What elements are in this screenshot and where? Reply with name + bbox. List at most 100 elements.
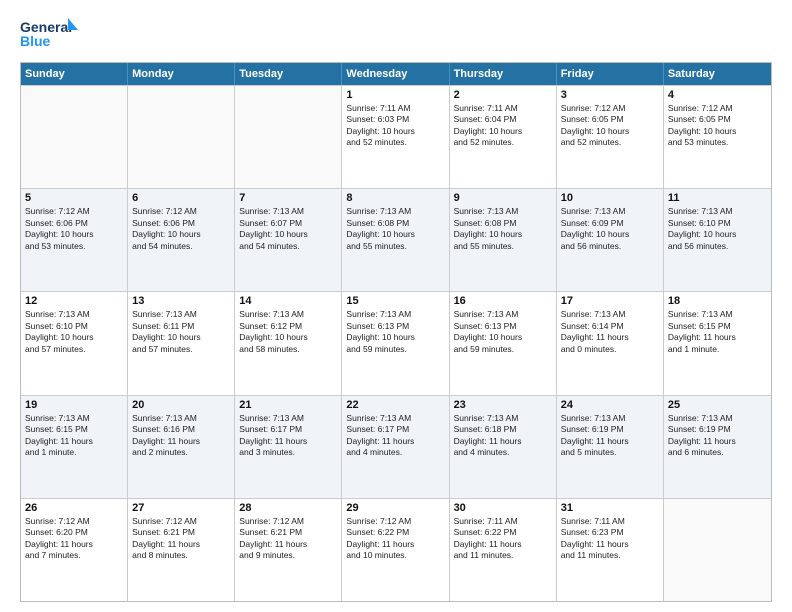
day-number: 16 [454, 295, 552, 307]
day-number: 26 [25, 502, 123, 514]
calendar-cell: 23 Sunrise: 7:13 AMSunset: 6:18 PMDayligh… [450, 396, 557, 498]
weekday-header: Wednesday [342, 63, 449, 85]
calendar-cell [664, 499, 771, 601]
calendar-cell [235, 86, 342, 188]
calendar-cell: 29 Sunrise: 7:12 AMSunset: 6:22 PMDayligh… [342, 499, 449, 601]
day-number: 30 [454, 502, 552, 514]
cell-info: Sunrise: 7:13 AMSunset: 6:17 PMDaylight:… [346, 413, 444, 459]
day-number: 1 [346, 89, 444, 101]
calendar-cell: 25Sunrise: 7:13 AMSunset: 6:19 PMDayligh… [664, 396, 771, 498]
day-number: 18 [668, 295, 767, 307]
day-number: 22 [346, 399, 444, 411]
cell-info: Sunrise: 7:12 AMSunset: 6:20 PMDaylight:… [25, 516, 123, 562]
page: GeneralBlue SundayMondayTuesdayWednesday… [0, 0, 792, 612]
day-number: 24 [561, 399, 659, 411]
cell-info: Sunrise: 7:13 AMSunset: 6:13 PMDaylight:… [346, 309, 444, 355]
day-number: 28 [239, 502, 337, 514]
calendar-cell [128, 86, 235, 188]
cell-info: Sunrise: 7:13 AMSunset: 6:12 PMDaylight:… [239, 309, 337, 355]
calendar-cell: 13 Sunrise: 7:13 AMSunset: 6:11 PMDayligh… [128, 292, 235, 394]
cell-info: Sunrise: 7:11 AMSunset: 6:03 PMDaylight:… [346, 103, 444, 149]
calendar-cell [21, 86, 128, 188]
day-number: 9 [454, 192, 552, 204]
calendar-cell: 3 Sunrise: 7:12 AMSunset: 6:05 PMDaylight… [557, 86, 664, 188]
calendar-row: 1 Sunrise: 7:11 AMSunset: 6:03 PMDaylight… [21, 85, 771, 188]
logo-svg: GeneralBlue [20, 16, 80, 52]
day-number: 11 [668, 192, 767, 204]
cell-info: Sunrise: 7:13 AMSunset: 6:15 PMDaylight:… [668, 309, 767, 355]
cell-info: Sunrise: 7:11 AMSunset: 6:23 PMDaylight:… [561, 516, 659, 562]
cell-info: Sunrise: 7:13 AMSunset: 6:14 PMDaylight:… [561, 309, 659, 355]
weekday-header: Monday [128, 63, 235, 85]
svg-text:Blue: Blue [20, 33, 51, 49]
cell-info: Sunrise: 7:13 AMSunset: 6:19 PMDaylight:… [561, 413, 659, 459]
calendar-cell: 15 Sunrise: 7:13 AMSunset: 6:13 PMDayligh… [342, 292, 449, 394]
calendar-cell: 9 Sunrise: 7:13 AMSunset: 6:08 PMDaylight… [450, 189, 557, 291]
calendar-header: SundayMondayTuesdayWednesdayThursdayFrid… [21, 63, 771, 85]
cell-info: Sunrise: 7:12 AMSunset: 6:06 PMDaylight:… [132, 206, 230, 252]
calendar-cell: 12Sunrise: 7:13 AMSunset: 6:10 PMDayligh… [21, 292, 128, 394]
calendar-body: 1 Sunrise: 7:11 AMSunset: 6:03 PMDaylight… [21, 85, 771, 601]
calendar-cell: 4 Sunrise: 7:12 AMSunset: 6:05 PMDaylight… [664, 86, 771, 188]
calendar-cell: 24 Sunrise: 7:13 AMSunset: 6:19 PMDayligh… [557, 396, 664, 498]
cell-info: Sunrise: 7:13 AMSunset: 6:11 PMDaylight:… [132, 309, 230, 355]
cell-info: Sunrise: 7:13 AMSunset: 6:07 PMDaylight:… [239, 206, 337, 252]
cell-info: Sunrise: 7:13 AMSunset: 6:17 PMDaylight:… [239, 413, 337, 459]
day-number: 2 [454, 89, 552, 101]
weekday-header: Friday [557, 63, 664, 85]
calendar-cell: 14Sunrise: 7:13 AMSunset: 6:12 PMDayligh… [235, 292, 342, 394]
day-number: 20 [132, 399, 230, 411]
cell-info: Sunrise: 7:13 AMSunset: 6:15 PMDaylight:… [25, 413, 123, 459]
day-number: 17 [561, 295, 659, 307]
calendar-cell: 27 Sunrise: 7:12 AMSunset: 6:21 PMDayligh… [128, 499, 235, 601]
day-number: 23 [454, 399, 552, 411]
weekday-header: Tuesday [235, 63, 342, 85]
day-number: 10 [561, 192, 659, 204]
day-number: 29 [346, 502, 444, 514]
day-number: 13 [132, 295, 230, 307]
cell-info: Sunrise: 7:13 AMSunset: 6:16 PMDaylight:… [132, 413, 230, 459]
calendar-cell: 30 Sunrise: 7:11 AMSunset: 6:22 PMDayligh… [450, 499, 557, 601]
cell-info: Sunrise: 7:13 AMSunset: 6:09 PMDaylight:… [561, 206, 659, 252]
weekday-header: Saturday [664, 63, 771, 85]
cell-info: Sunrise: 7:12 AMSunset: 6:22 PMDaylight:… [346, 516, 444, 562]
cell-info: Sunrise: 7:13 AMSunset: 6:18 PMDaylight:… [454, 413, 552, 459]
calendar-cell: 26 Sunrise: 7:12 AMSunset: 6:20 PMDayligh… [21, 499, 128, 601]
calendar-cell: 7 Sunrise: 7:13 AMSunset: 6:07 PMDaylight… [235, 189, 342, 291]
day-number: 4 [668, 89, 767, 101]
calendar-cell: 18 Sunrise: 7:13 AMSunset: 6:15 PMDayligh… [664, 292, 771, 394]
calendar-row: 12Sunrise: 7:13 AMSunset: 6:10 PMDayligh… [21, 291, 771, 394]
calendar-cell: 5 Sunrise: 7:12 AMSunset: 6:06 PMDaylight… [21, 189, 128, 291]
day-number: 3 [561, 89, 659, 101]
cell-info: Sunrise: 7:12 AMSunset: 6:21 PMDaylight:… [239, 516, 337, 562]
day-number: 31 [561, 502, 659, 514]
day-number: 7 [239, 192, 337, 204]
calendar-cell: 11Sunrise: 7:13 AMSunset: 6:10 PMDayligh… [664, 189, 771, 291]
day-number: 6 [132, 192, 230, 204]
day-number: 12 [25, 295, 123, 307]
day-number: 8 [346, 192, 444, 204]
cell-info: Sunrise: 7:12 AMSunset: 6:05 PMDaylight:… [561, 103, 659, 149]
cell-info: Sunrise: 7:12 AMSunset: 6:21 PMDaylight:… [132, 516, 230, 562]
weekday-header: Sunday [21, 63, 128, 85]
cell-info: Sunrise: 7:11 AMSunset: 6:04 PMDaylight:… [454, 103, 552, 149]
calendar-cell: 6 Sunrise: 7:12 AMSunset: 6:06 PMDaylight… [128, 189, 235, 291]
cell-info: Sunrise: 7:13 AMSunset: 6:08 PMDaylight:… [346, 206, 444, 252]
cell-info: Sunrise: 7:12 AMSunset: 6:06 PMDaylight:… [25, 206, 123, 252]
cell-info: Sunrise: 7:12 AMSunset: 6:05 PMDaylight:… [668, 103, 767, 149]
calendar-cell: 8 Sunrise: 7:13 AMSunset: 6:08 PMDaylight… [342, 189, 449, 291]
calendar-cell: 17 Sunrise: 7:13 AMSunset: 6:14 PMDayligh… [557, 292, 664, 394]
calendar-row: 5 Sunrise: 7:12 AMSunset: 6:06 PMDaylight… [21, 188, 771, 291]
calendar-cell: 1 Sunrise: 7:11 AMSunset: 6:03 PMDaylight… [342, 86, 449, 188]
cell-info: Sunrise: 7:13 AMSunset: 6:19 PMDaylight:… [668, 413, 767, 459]
cell-info: Sunrise: 7:13 AMSunset: 6:08 PMDaylight:… [454, 206, 552, 252]
calendar-cell: 2 Sunrise: 7:11 AMSunset: 6:04 PMDaylight… [450, 86, 557, 188]
calendar-cell: 16Sunrise: 7:13 AMSunset: 6:13 PMDayligh… [450, 292, 557, 394]
day-number: 27 [132, 502, 230, 514]
day-number: 15 [346, 295, 444, 307]
calendar-cell: 19 Sunrise: 7:13 AMSunset: 6:15 PMDayligh… [21, 396, 128, 498]
calendar-row: 26 Sunrise: 7:12 AMSunset: 6:20 PMDayligh… [21, 498, 771, 601]
day-number: 19 [25, 399, 123, 411]
day-number: 5 [25, 192, 123, 204]
cell-info: Sunrise: 7:11 AMSunset: 6:22 PMDaylight:… [454, 516, 552, 562]
